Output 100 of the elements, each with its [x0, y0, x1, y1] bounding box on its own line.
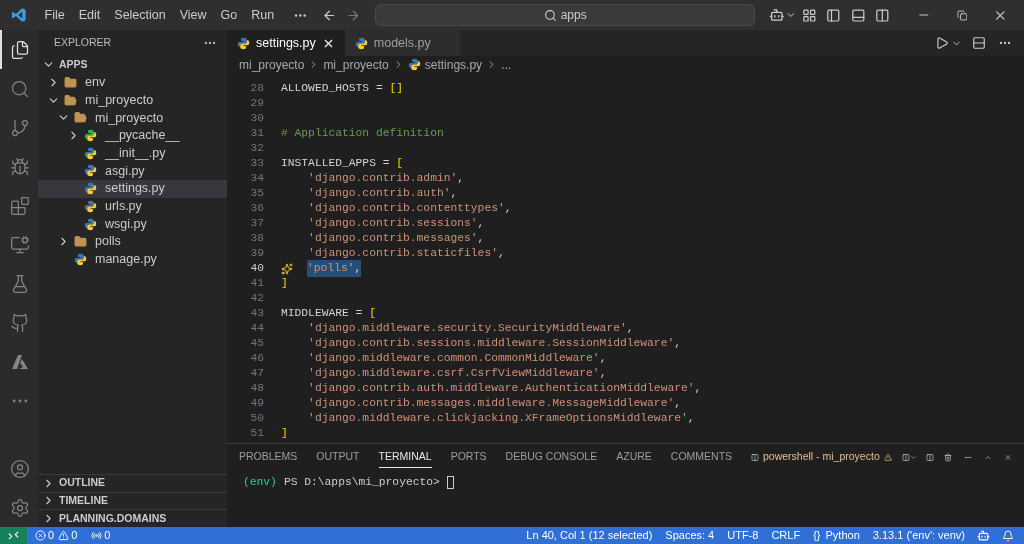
menu-item[interactable]: Edit [71, 5, 108, 25]
code-line: 'django.contrib.auth', [307, 186, 458, 202]
terminal-env: (env) [243, 475, 277, 490]
panel-tab[interactable]: TERMINAL [378, 445, 432, 469]
menu-item[interactable]: View [172, 5, 214, 25]
editor-tab[interactable]: settings.py [227, 30, 345, 56]
code-line: # Application definition [281, 126, 444, 142]
python-icon [84, 199, 97, 213]
section-header[interactable]: APPS [38, 56, 227, 74]
status-item[interactable]: Spaces: 4 [665, 527, 715, 544]
breadcrumb-item[interactable]: ... [501, 55, 512, 74]
line-number: 34 [249, 171, 265, 187]
folder-icon [64, 76, 77, 90]
sparkle-icon[interactable] [281, 262, 293, 275]
menu-item[interactable]: Run [244, 5, 282, 25]
editor-tab[interactable]: models.py [344, 30, 460, 56]
panel-tab[interactable]: OUTPUT [316, 445, 360, 469]
line-number: 51 [249, 426, 265, 442]
breadcrumb-item[interactable]: mi_proyecto [323, 55, 389, 74]
sidebar-toggle-icon[interactable] [826, 7, 841, 23]
panel-toggle-icon[interactable] [850, 7, 866, 23]
python-icon [74, 252, 87, 266]
panel-tab[interactable]: DEBUG CONSOLE [505, 445, 598, 469]
code-line: 'django.contrib.messages', [307, 231, 485, 247]
line-number: 30 [249, 111, 265, 127]
file-tree-item[interactable]: polls [38, 232, 227, 251]
line-number: 38 [249, 231, 265, 247]
menu-item[interactable]: File [37, 5, 72, 25]
folder-icon [64, 93, 77, 107]
menu-item[interactable]: Go [213, 5, 245, 25]
python-interpreter[interactable]: 3.13.1 ('env': venv) [872, 527, 965, 544]
section-header[interactable]: OUTLINE [38, 473, 227, 492]
line-number: 36 [249, 201, 265, 217]
line-number: 48 [249, 381, 265, 397]
code-line: INSTALLED_APPS = [ [281, 156, 404, 172]
python-icon [407, 58, 421, 71]
code-line: 'django.contrib.sessions.middleware.SessionMiddleware', [307, 336, 681, 352]
file-tree-item[interactable]: urls.py [38, 197, 227, 216]
run-icon[interactable] [935, 36, 949, 50]
file-tree-item[interactable]: mi_proyecto [38, 109, 227, 127]
file-tree-item[interactable]: __init__.py [38, 144, 227, 163]
line-number: 32 [249, 141, 265, 157]
panel-tab[interactable]: AZURE [616, 445, 652, 469]
terminal-cursor [446, 475, 454, 489]
copilot-icon[interactable] [977, 529, 990, 542]
panel-tab[interactable]: PROBLEMS [239, 445, 298, 469]
breadcrumb-item[interactable]: mi_proyecto [239, 55, 305, 74]
python-icon [84, 129, 97, 143]
bell-icon[interactable] [1002, 529, 1014, 542]
folder-icon [74, 235, 87, 249]
python-icon [84, 217, 97, 231]
split-icon[interactable] [875, 7, 891, 23]
ports-count[interactable]: 0 [104, 527, 111, 544]
warning-count[interactable]: 0 [71, 527, 78, 544]
line-number: 35 [249, 186, 265, 202]
python-icon [354, 36, 368, 50]
line-number: 43 [249, 306, 265, 322]
breadcrumb-item[interactable]: settings.py [424, 55, 483, 74]
file-tree-item[interactable]: wsgi.py [38, 215, 227, 233]
search-field[interactable]: apps [375, 4, 756, 26]
panel-tab[interactable]: COMMENTS [670, 445, 733, 469]
file-tree-item[interactable]: mi_proyecto [38, 91, 227, 110]
menu-item[interactable]: Selection [107, 5, 173, 25]
line-number: 47 [249, 366, 265, 382]
language-mode[interactable]: Python [825, 527, 860, 544]
restore-icon[interactable] [956, 9, 968, 21]
file-tree-item[interactable]: manage.py [38, 250, 227, 269]
code-line: 'django.contrib.messages.middleware.MessageMiddleware', [307, 396, 681, 412]
line-number: 39 [249, 246, 265, 262]
split-editor-icon[interactable] [972, 36, 986, 50]
section-header[interactable]: TIMELINE [38, 491, 227, 510]
status-item[interactable]: Ln 40, Col 1 (12 selected) [526, 527, 653, 544]
python-icon [84, 146, 97, 160]
file-tree-item[interactable]: asgi.py [38, 162, 227, 180]
line-number: 42 [249, 291, 265, 307]
copilot-icon[interactable] [769, 7, 785, 23]
code-line: 'django.middleware.csrf.CsrfViewMiddleware', [307, 366, 607, 382]
file-tree-item[interactable]: __pycache__ [38, 126, 227, 145]
line-number: 28 [249, 81, 265, 97]
code-line: ] [281, 426, 288, 442]
layout-icon[interactable] [801, 7, 817, 23]
error-icon [35, 530, 46, 541]
code-line: 'django.contrib.auth.middleware.AuthenticationMiddleware', [307, 381, 702, 397]
panel-tab[interactable]: PORTS [450, 445, 487, 469]
sidebar-title: EXPLORER [54, 35, 112, 51]
folder-icon [74, 111, 87, 125]
terminal-name[interactable]: powershell - mi_proyecto [763, 449, 880, 465]
line-number: 50 [249, 411, 265, 427]
status-item[interactable]: UTF-8 [727, 527, 759, 544]
remote-button[interactable] [0, 527, 27, 544]
line-number: 37 [249, 216, 265, 232]
file-tree-item[interactable]: env [38, 73, 227, 92]
code-line: 'django.contrib.staticfiles', [307, 246, 505, 262]
error-count[interactable]: 0 [48, 527, 55, 544]
file-tree-item[interactable]: settings.py [38, 179, 227, 198]
code-line: 'django.middleware.clickjacking.XFrameOptionsMiddleware', [307, 411, 695, 427]
line-number: 29 [249, 96, 265, 112]
line-number: 41 [249, 276, 265, 292]
code-line: 'django.contrib.admin', [307, 171, 465, 187]
status-item[interactable]: CRLF [771, 527, 801, 544]
